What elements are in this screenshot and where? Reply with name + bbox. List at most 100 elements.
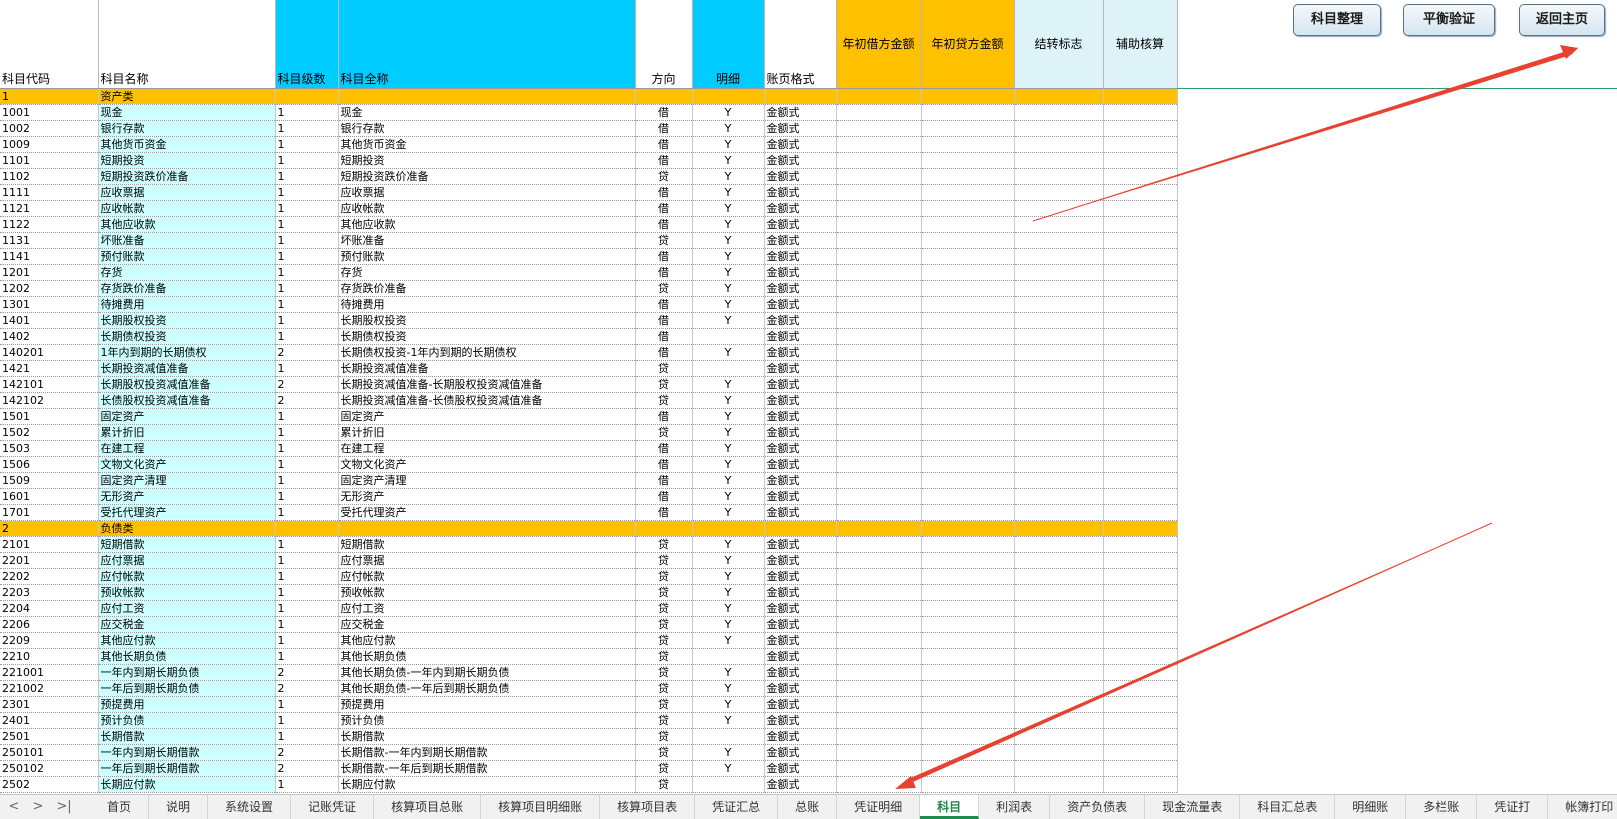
cell-code[interactable]: 2 xyxy=(0,520,99,537)
cell-format[interactable]: 金额式 xyxy=(764,776,837,793)
cell-opening-debit[interactable] xyxy=(836,136,922,153)
cell-auxiliary[interactable] xyxy=(1103,88,1178,105)
cell-code[interactable]: 142101 xyxy=(0,376,99,393)
cell-level[interactable] xyxy=(275,520,339,537)
cell-format[interactable]: 金额式 xyxy=(764,376,837,393)
cell-fullname[interactable]: 应付票据 xyxy=(338,552,636,569)
cell-name[interactable]: 坏账准备 xyxy=(98,232,276,249)
cell-code[interactable]: 1201 xyxy=(0,264,99,281)
cell-code[interactable]: 1122 xyxy=(0,216,99,233)
cell-name[interactable]: 待摊费用 xyxy=(98,296,276,313)
cell-detail[interactable] xyxy=(692,728,765,745)
cell-auxiliary[interactable] xyxy=(1103,472,1178,489)
cell-fullname[interactable]: 短期投资 xyxy=(338,152,636,169)
cell-direction[interactable]: 借 xyxy=(635,200,693,217)
cell-opening-debit[interactable] xyxy=(836,696,922,713)
cell-opening-credit[interactable] xyxy=(921,456,1015,473)
cell-carry-flag[interactable] xyxy=(1014,600,1104,617)
balance-check-button[interactable]: 平衡验证 xyxy=(1403,4,1495,36)
cell-opening-debit[interactable] xyxy=(836,616,922,633)
cell-detail[interactable] xyxy=(692,88,765,105)
cell-carry-flag[interactable] xyxy=(1014,696,1104,713)
cell-fullname[interactable]: 其他长期负债-一年后到期长期负债 xyxy=(338,680,636,697)
cell-direction[interactable]: 贷 xyxy=(635,360,693,377)
cell-detail[interactable]: Y xyxy=(692,344,765,361)
cell-opening-credit[interactable] xyxy=(921,184,1015,201)
cell-direction[interactable]: 借 xyxy=(635,184,693,201)
cell-fullname[interactable]: 现金 xyxy=(338,104,636,121)
cell-opening-credit[interactable] xyxy=(921,424,1015,441)
cell-auxiliary[interactable] xyxy=(1103,712,1178,729)
cell-opening-credit[interactable] xyxy=(921,712,1015,729)
cell-format[interactable]: 金额式 xyxy=(764,600,837,617)
cell-carry-flag[interactable] xyxy=(1014,120,1104,137)
organize-accounts-button[interactable]: 科目整理 xyxy=(1293,4,1381,36)
cell-fullname[interactable]: 其他货币资金 xyxy=(338,136,636,153)
cell-opening-debit[interactable] xyxy=(836,296,922,313)
cell-detail[interactable]: Y xyxy=(692,712,765,729)
cell-format[interactable]: 金额式 xyxy=(764,616,837,633)
cell-auxiliary[interactable] xyxy=(1103,536,1178,553)
cell-opening-credit[interactable] xyxy=(921,104,1015,121)
cell-code[interactable]: 2203 xyxy=(0,584,99,601)
cell-direction[interactable]: 贷 xyxy=(635,424,693,441)
cell-auxiliary[interactable] xyxy=(1103,280,1178,297)
cell-opening-debit[interactable] xyxy=(836,120,922,137)
sheet-tab[interactable]: 核算项目表 xyxy=(600,795,696,819)
cell-opening-credit[interactable] xyxy=(921,360,1015,377)
cell-direction[interactable]: 贷 xyxy=(635,584,693,601)
cell-carry-flag[interactable] xyxy=(1014,616,1104,633)
sheet-tab[interactable]: 利润表 xyxy=(979,795,1051,819)
cell-fullname[interactable]: 应付工资 xyxy=(338,600,636,617)
cell-code[interactable]: 250101 xyxy=(0,744,99,761)
cell-code[interactable]: 2206 xyxy=(0,616,99,633)
cell-level[interactable]: 1 xyxy=(275,696,339,713)
cell-detail[interactable]: Y xyxy=(692,232,765,249)
cell-detail[interactable]: Y xyxy=(692,536,765,553)
cell-opening-debit[interactable] xyxy=(836,712,922,729)
cell-format[interactable]: 金额式 xyxy=(764,104,837,121)
cell-name[interactable]: 长期投资减值准备 xyxy=(98,360,276,377)
cell-name[interactable]: 短期投资跌价准备 xyxy=(98,168,276,185)
cell-detail[interactable]: Y xyxy=(692,616,765,633)
cell-format[interactable]: 金额式 xyxy=(764,712,837,729)
cell-detail[interactable]: Y xyxy=(692,264,765,281)
cell-format[interactable]: 金额式 xyxy=(764,488,837,505)
cell-opening-credit[interactable] xyxy=(921,296,1015,313)
cell-auxiliary[interactable] xyxy=(1103,264,1178,281)
cell-fullname[interactable]: 预收帐款 xyxy=(338,584,636,601)
cell-code[interactable]: 1202 xyxy=(0,280,99,297)
cell-auxiliary[interactable] xyxy=(1103,408,1178,425)
cell-auxiliary[interactable] xyxy=(1103,168,1178,185)
cell-name[interactable]: 累计折旧 xyxy=(98,424,276,441)
cell-direction[interactable]: 借 xyxy=(635,456,693,473)
header-level[interactable]: 科目级数 xyxy=(275,0,339,89)
cell-direction[interactable]: 借 xyxy=(635,152,693,169)
cell-auxiliary[interactable] xyxy=(1103,376,1178,393)
cell-fullname[interactable]: 其他应付款 xyxy=(338,632,636,649)
cell-level[interactable]: 1 xyxy=(275,216,339,233)
cell-code[interactable]: 221002 xyxy=(0,680,99,697)
cell-code[interactable]: 1601 xyxy=(0,488,99,505)
cell-carry-flag[interactable] xyxy=(1014,632,1104,649)
cell-carry-flag[interactable] xyxy=(1014,680,1104,697)
cell-format[interactable]: 金额式 xyxy=(764,696,837,713)
cell-fullname[interactable]: 其他应收款 xyxy=(338,216,636,233)
sheet-tab[interactable]: 总账 xyxy=(778,795,838,819)
cell-opening-credit[interactable] xyxy=(921,472,1015,489)
cell-opening-debit[interactable] xyxy=(836,408,922,425)
cell-code[interactable]: 1503 xyxy=(0,440,99,457)
cell-name[interactable]: 存货 xyxy=(98,264,276,281)
cell-opening-credit[interactable] xyxy=(921,120,1015,137)
cell-auxiliary[interactable] xyxy=(1103,552,1178,569)
header-format[interactable]: 账页格式 xyxy=(764,0,837,89)
cell-level[interactable]: 1 xyxy=(275,488,339,505)
cell-format[interactable]: 金额式 xyxy=(764,168,837,185)
cell-auxiliary[interactable] xyxy=(1103,200,1178,217)
cell-format[interactable]: 金额式 xyxy=(764,184,837,201)
cell-detail[interactable]: Y xyxy=(692,456,765,473)
cell-detail[interactable]: Y xyxy=(692,152,765,169)
cell-detail[interactable]: Y xyxy=(692,760,765,777)
cell-fullname[interactable]: 短期投资跌价准备 xyxy=(338,168,636,185)
cell-carry-flag[interactable] xyxy=(1014,760,1104,777)
